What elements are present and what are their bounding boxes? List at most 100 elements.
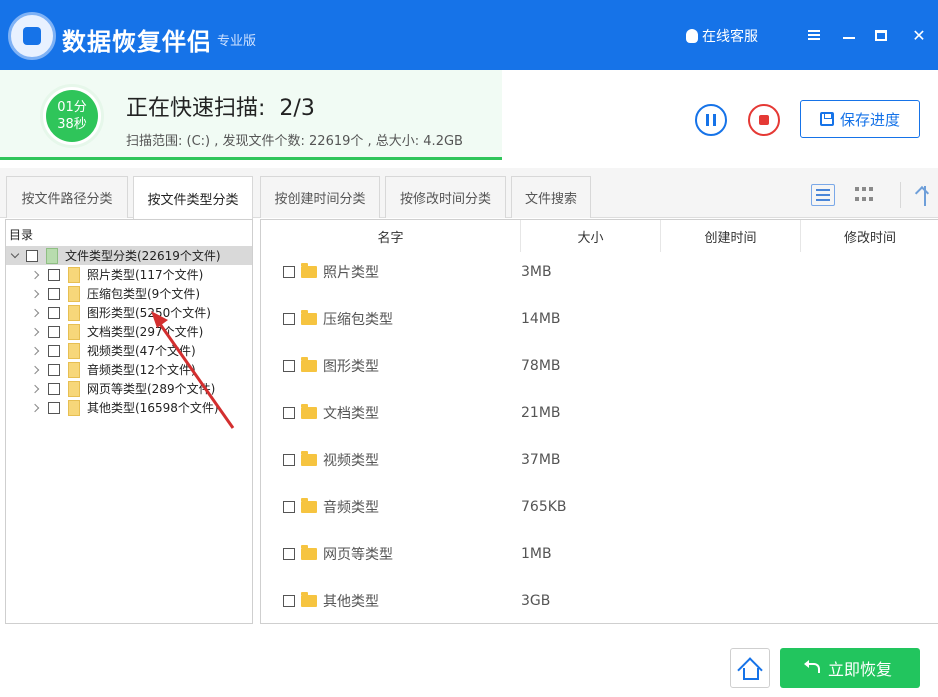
row-checkbox[interactable] xyxy=(283,595,295,607)
row-name: 视频类型 xyxy=(323,453,379,469)
recover-now-button[interactable]: 立即恢复 xyxy=(780,648,920,688)
timer-seconds: 38秒 xyxy=(57,117,87,132)
row-checkbox[interactable] xyxy=(283,501,295,513)
tree-item-audio[interactable]: 音频类型(12个文件) xyxy=(6,360,252,379)
row-checkbox[interactable] xyxy=(283,407,295,419)
home-icon-body xyxy=(743,668,759,680)
row-size: 78MB xyxy=(521,358,561,374)
folder-icon xyxy=(68,399,80,416)
tree-item-other[interactable]: 其他类型(16598个文件) xyxy=(6,398,252,417)
scan-progress-value: 2/3 xyxy=(279,96,315,121)
chevron-right-icon[interactable] xyxy=(32,346,42,356)
tree-item-video[interactable]: 视频类型(47个文件) xyxy=(6,341,252,360)
tree-checkbox[interactable] xyxy=(26,249,38,262)
column-header-name[interactable]: 名字 xyxy=(261,220,521,252)
tab-by-path[interactable]: 按文件路径分类 xyxy=(6,176,128,218)
row-name: 照片类型 xyxy=(323,265,379,281)
tree-item-graphics[interactable]: 图形类型(5250个文件) xyxy=(6,303,252,322)
tree-item-photo[interactable]: 照片类型(117个文件) xyxy=(6,265,252,284)
tab-file-search[interactable]: 文件搜索 xyxy=(511,176,591,218)
list-row[interactable]: 网页等类型 1MB xyxy=(283,542,933,566)
list-row[interactable]: 图形类型 78MB xyxy=(283,354,933,378)
scan-status-panel: 01分 38秒 正在快速扫描: 2/3 扫描范围: (C:) , 发现文件个数:… xyxy=(0,70,502,160)
folder-icon xyxy=(301,310,317,325)
row-size: 37MB xyxy=(521,452,561,468)
grid-view-button[interactable] xyxy=(851,184,875,206)
row-checkbox[interactable] xyxy=(283,360,295,372)
tree-checkbox[interactable] xyxy=(48,401,60,414)
row-checkbox[interactable] xyxy=(283,454,295,466)
chevron-right-icon[interactable] xyxy=(32,365,42,375)
tree-item-archive[interactable]: 压缩包类型(9个文件) xyxy=(6,284,252,303)
tree-root-label: 文件类型分类(22619个文件) xyxy=(65,249,221,263)
row-checkbox[interactable] xyxy=(283,548,295,560)
list-view-button[interactable] xyxy=(811,184,835,206)
row-name: 音频类型 xyxy=(323,500,379,516)
folder-icon xyxy=(68,323,80,340)
app-title: 数据恢复伴侣 xyxy=(62,28,212,56)
tree-item-label: 其他类型(16598个文件) xyxy=(87,401,219,415)
home-button[interactable] xyxy=(730,648,770,688)
tree-item-label: 图形类型(5250个文件) xyxy=(87,306,211,320)
chevron-right-icon[interactable] xyxy=(32,308,42,318)
tab-by-created-time[interactable]: 按创建时间分类 xyxy=(260,176,380,218)
save-progress-button[interactable]: 保存进度 xyxy=(800,100,920,138)
list-row[interactable]: 视频类型 37MB xyxy=(283,448,933,472)
chevron-right-icon[interactable] xyxy=(32,403,42,413)
tree-checkbox[interactable] xyxy=(48,382,60,395)
folder-icon xyxy=(301,545,317,560)
edition-label: 专业版 xyxy=(217,34,257,49)
chevron-down-icon[interactable] xyxy=(10,251,20,261)
column-header-size[interactable]: 大小 xyxy=(521,220,661,252)
pause-button[interactable] xyxy=(695,104,727,136)
menu-button[interactable] xyxy=(801,22,827,48)
chevron-right-icon[interactable] xyxy=(32,289,42,299)
tree-checkbox[interactable] xyxy=(48,363,60,376)
scan-info: 扫描范围: (C:) , 发现文件个数: 22619个 , 总大小: 4.2GB xyxy=(126,134,463,149)
folder-icon xyxy=(68,361,80,378)
save-icon xyxy=(819,112,834,126)
tab-by-type[interactable]: 按文件类型分类 xyxy=(133,176,253,219)
list-row[interactable]: 其他类型 3GB xyxy=(283,589,933,613)
folder-icon xyxy=(301,592,317,607)
stop-icon xyxy=(759,115,769,125)
tree-checkbox[interactable] xyxy=(48,306,60,319)
chevron-right-icon[interactable] xyxy=(32,270,42,280)
tree-root[interactable]: 文件类型分类(22619个文件) xyxy=(6,246,252,265)
stop-button[interactable] xyxy=(748,104,780,136)
minimize-icon xyxy=(843,37,855,39)
folder-icon xyxy=(46,247,58,264)
tree-item-label: 文档类型(297个文件) xyxy=(87,325,204,339)
tree-item-document[interactable]: 文档类型(297个文件) xyxy=(6,322,252,341)
chevron-right-icon[interactable] xyxy=(32,384,42,394)
scan-timer: 01分 38秒 xyxy=(40,84,104,148)
tree-checkbox[interactable] xyxy=(48,344,60,357)
tree-header: 目录 xyxy=(9,228,34,242)
column-header-modified[interactable]: 修改时间 xyxy=(801,220,938,252)
folder-icon xyxy=(68,285,80,302)
qq-icon xyxy=(686,29,698,43)
row-name: 文档类型 xyxy=(323,406,379,422)
column-header-created[interactable]: 创建时间 xyxy=(661,220,801,252)
close-button[interactable]: ✕ xyxy=(906,22,932,48)
up-arrow-icon[interactable] xyxy=(916,182,934,208)
list-row[interactable]: 压缩包类型 14MB xyxy=(283,307,933,331)
online-support-link[interactable]: 在线客服 xyxy=(686,26,758,46)
minimize-button[interactable] xyxy=(836,22,862,48)
maximize-button[interactable] xyxy=(868,22,894,48)
row-size: 14MB xyxy=(521,311,561,327)
tree-checkbox[interactable] xyxy=(48,268,60,281)
list-row[interactable]: 文档类型 21MB xyxy=(283,401,933,425)
chevron-right-icon[interactable] xyxy=(32,327,42,337)
row-checkbox[interactable] xyxy=(283,266,295,278)
list-row[interactable]: 音频类型 765KB xyxy=(283,495,933,519)
list-view-icon-line xyxy=(816,194,830,196)
tree-item-web[interactable]: 网页等类型(289个文件) xyxy=(6,379,252,398)
row-checkbox[interactable] xyxy=(283,313,295,325)
row-size: 765KB xyxy=(521,499,567,515)
list-row[interactable]: 照片类型 3MB xyxy=(283,260,933,284)
tree-checkbox[interactable] xyxy=(48,287,60,300)
tab-by-modified-time[interactable]: 按修改时间分类 xyxy=(385,176,506,218)
row-name: 图形类型 xyxy=(323,359,379,375)
tree-checkbox[interactable] xyxy=(48,325,60,338)
